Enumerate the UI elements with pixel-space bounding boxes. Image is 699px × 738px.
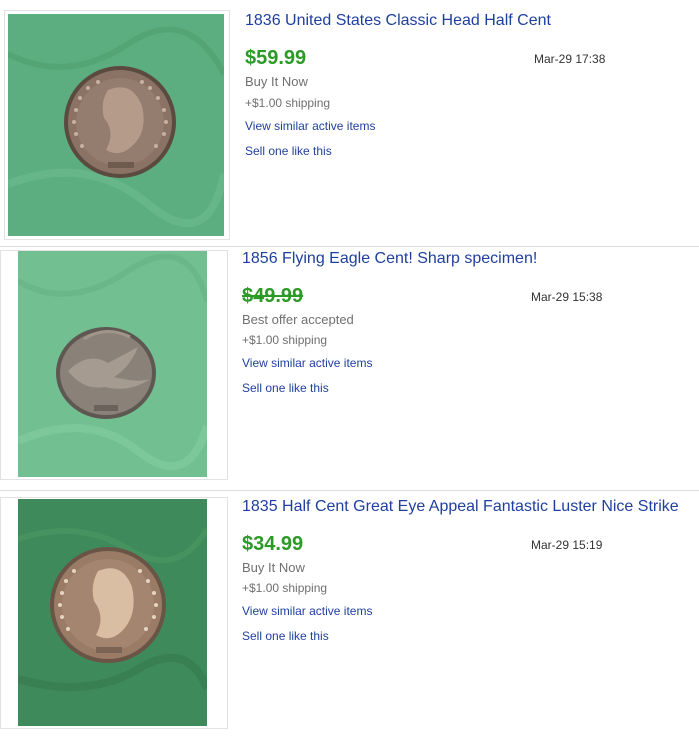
- coin-photo-3: [18, 499, 207, 726]
- listing-status: Buy It Now: [242, 560, 305, 575]
- coin-photo-2: [18, 251, 207, 477]
- listing-price: $49.99: [242, 285, 304, 307]
- listing-status: Buy It Now: [245, 74, 308, 89]
- sell-one-link[interactable]: Sell one like this: [242, 629, 329, 643]
- sell-one-link[interactable]: Sell one like this: [245, 144, 332, 158]
- listing-title[interactable]: 1856 Flying Eagle Cent! Sharp specimen!: [242, 250, 537, 268]
- listing-price: $59.99: [245, 47, 307, 69]
- listing-date: Mar-29 15:38: [531, 290, 603, 304]
- listing-image[interactable]: [8, 14, 224, 236]
- listing-3: 1835 Half Cent Great Eye Appeal Fantasti…: [0, 491, 699, 738]
- view-similar-link[interactable]: View similar active items: [242, 604, 372, 618]
- listing-date: Mar-29 15:19: [531, 538, 603, 552]
- view-similar-link[interactable]: View similar active items: [242, 356, 372, 370]
- listing-2: 1856 Flying Eagle Cent! Sharp specimen! …: [0, 247, 699, 490]
- listing-price: $34.99: [242, 533, 304, 555]
- listing-image[interactable]: [18, 251, 207, 477]
- listing-shipping: +$1.00 shipping: [242, 581, 328, 595]
- view-similar-link[interactable]: View similar active items: [245, 119, 375, 133]
- sell-one-link[interactable]: Sell one like this: [242, 381, 329, 395]
- coin-photo-1: [8, 14, 224, 236]
- listing-1: 1836 United States Classic Head Half Cen…: [0, 0, 699, 246]
- listing-image[interactable]: [18, 499, 207, 726]
- listing-title[interactable]: 1836 United States Classic Head Half Cen…: [245, 12, 551, 30]
- listing-shipping: +$1.00 shipping: [245, 96, 331, 110]
- listing-shipping: +$1.00 shipping: [242, 333, 328, 347]
- listing-date: Mar-29 17:38: [534, 52, 606, 66]
- listing-status: Best offer accepted: [242, 312, 354, 327]
- listing-title[interactable]: 1835 Half Cent Great Eye Appeal Fantasti…: [242, 498, 679, 516]
